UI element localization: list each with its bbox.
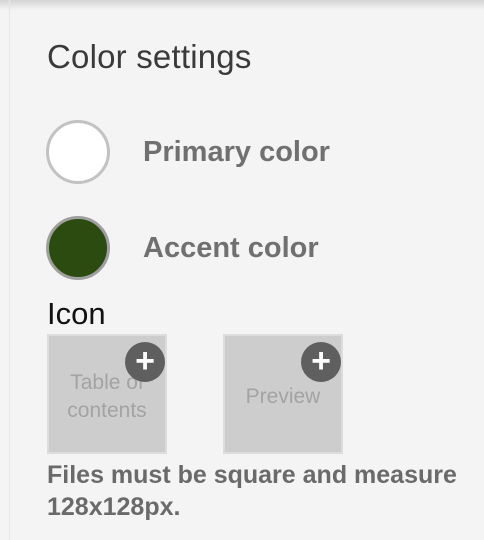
icon-upload-table-of-contents[interactable]: Table of contents + — [47, 334, 167, 454]
panel-left-divider — [9, 0, 10, 540]
accent-color-row[interactable]: Accent color — [46, 216, 319, 280]
accent-color-label: Accent color — [143, 231, 319, 264]
section-title: Color settings — [47, 38, 252, 75]
tile-label-preview: Preview — [245, 385, 321, 408]
primary-color-row[interactable]: Primary color — [46, 120, 330, 184]
primary-color-label: Primary color — [143, 135, 330, 168]
panel-top-shadow — [0, 0, 484, 10]
primary-color-swatch[interactable] — [46, 120, 110, 184]
plus-icon[interactable]: + — [301, 342, 341, 382]
plus-icon[interactable]: + — [125, 342, 165, 382]
icon-heading: Icon — [47, 296, 106, 331]
icon-upload-preview[interactable]: Preview + — [223, 334, 343, 454]
accent-color-swatch[interactable] — [46, 216, 110, 280]
icon-help-text: Files must be square and measure 128x128… — [47, 461, 457, 521]
